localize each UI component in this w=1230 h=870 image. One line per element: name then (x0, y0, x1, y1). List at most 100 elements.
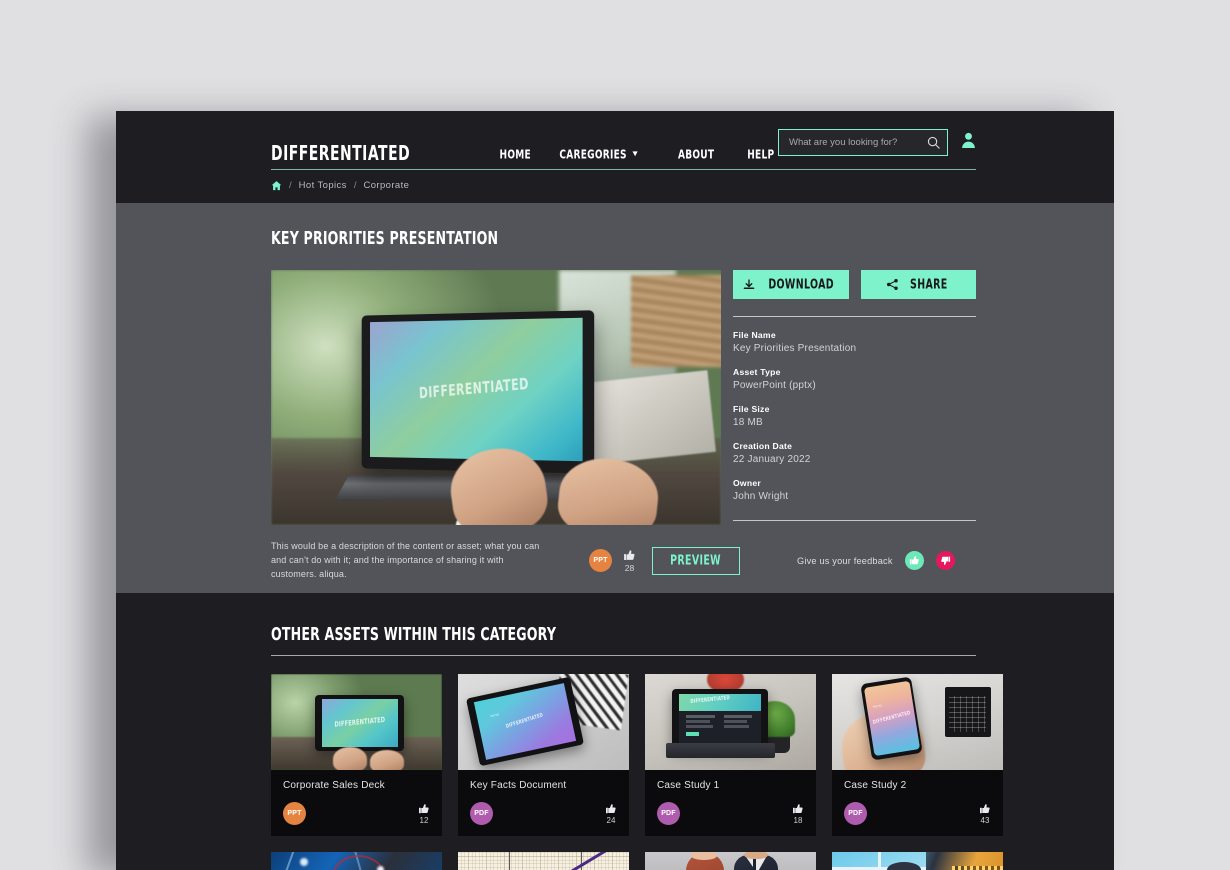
asset-card-thumbnail[interactable]: DIFFERENTIATED (271, 674, 442, 770)
thumbs-up-icon (980, 803, 990, 813)
asset-card-thumbnail[interactable]: WE'RE DIFFERENTIATED (458, 674, 629, 770)
breadcrumb-item-corporate[interactable]: Corporate (363, 180, 409, 191)
thumbs-up-icon (419, 803, 429, 813)
user-account-icon[interactable] (961, 132, 976, 153)
breadcrumb-item-hot-topics[interactable]: Hot Topics (299, 180, 347, 191)
asset-card-thumbnail[interactable]: DIFFERENTIATED (645, 674, 816, 770)
breadcrumb-separator-2: / (353, 180, 357, 191)
nav-item-home[interactable]: HOME (499, 148, 530, 162)
download-icon (743, 278, 754, 289)
main-nav: HOME CAREGORIES ABOUT HELP (497, 148, 777, 162)
nav-item-about-label: ABOUT (677, 147, 714, 163)
nav-item-about[interactable]: ABOUT (678, 148, 714, 162)
meta-owner-value: John Wright (733, 491, 789, 502)
meta-divider-bottom (733, 520, 976, 521)
preview-button[interactable]: PREVIEW (652, 546, 740, 575)
thumbs-up-icon[interactable] (623, 549, 636, 562)
asset-card-like[interactable]: 12 (418, 803, 430, 825)
asset-detail-section: KEY PRIORITIES PRESENTATION DIFFERENTIAT… (116, 203, 1114, 593)
site-header: DIFFERENTIATED HOME CAREGORIES ABOUT HEL… (116, 111, 1114, 203)
header-right-tools (778, 129, 976, 156)
asset-like-count: 28 (624, 562, 635, 573)
asset-card-like[interactable]: 43 (979, 803, 991, 825)
feedback-label: Give us your feedback (797, 555, 893, 566)
asset-card-thumbnail[interactable] (271, 852, 442, 870)
breadcrumb-separator-1: / (289, 180, 292, 191)
thumbs-up-icon (606, 803, 616, 813)
asset-card-title: Corporate Sales Deck (283, 780, 385, 791)
asset-card[interactable] (458, 852, 629, 870)
asset-like-block[interactable]: 28 (623, 549, 636, 573)
download-button[interactable]: DOWNLOAD (733, 270, 849, 299)
related-assets-divider (271, 655, 976, 656)
feedback-thumbs-down-button[interactable] (935, 551, 955, 571)
asset-card[interactable]: WE'RE DIFFERENTIATED Case Study 2 PDF 43 (832, 674, 1003, 836)
asset-card-thumbnail[interactable] (458, 852, 629, 870)
thumbnail-screen-subtext: WE'RE (873, 704, 883, 709)
asset-card-badge: PDF (470, 802, 493, 825)
meta-file-name: File Name Key Priorities Presentation (733, 330, 976, 354)
nav-item-help[interactable]: HELP (747, 148, 774, 162)
feedback-widget: Give us your feedback (797, 551, 955, 571)
search-box[interactable] (778, 129, 948, 156)
thumbnail-screen-text: DIFFERENTIATED (505, 713, 544, 731)
asset-card-like-count: 18 (793, 815, 803, 825)
nav-item-categories-label: CAREGORIES (559, 147, 628, 163)
thumbnail-screen-text: DIFFERENTIATED (872, 710, 912, 726)
asset-card[interactable] (645, 852, 816, 870)
meta-file-name-value: Key Priorities Presentation (733, 343, 857, 354)
chevron-down-icon (633, 151, 639, 157)
asset-meta-panel: DOWNLOAD SHARE File Name Key Priorities … (733, 270, 976, 525)
site-page: DIFFERENTIATED HOME CAREGORIES ABOUT HEL… (116, 111, 1114, 870)
feedback-thumbs-up-button[interactable] (904, 551, 924, 571)
meta-asset-type: Asset Type PowerPoint (pptx) (733, 367, 976, 391)
asset-card[interactable] (271, 852, 442, 870)
asset-hero-image[interactable]: DIFFERENTIATED (271, 270, 721, 525)
asset-card-like[interactable]: 24 (605, 803, 617, 825)
related-assets-section: OTHER ASSETS WITHIN THIS CATEGORY DIFFER… (116, 593, 1114, 870)
meta-file-size: File Size 18 MB (733, 404, 976, 428)
laptop-mockup: DIFFERENTIATED (335, 310, 626, 501)
asset-card[interactable]: DIFFERENTIATED Corporate Sales Deck PPT (271, 674, 442, 836)
meta-owner-label: Owner (733, 478, 761, 488)
thumbs-up-icon (793, 803, 803, 813)
asset-card-like-count: 12 (419, 815, 429, 825)
meta-creation-date-label: Creation Date (733, 441, 793, 451)
meta-owner: Owner John Wright (733, 478, 976, 502)
thumbnail-screen-subtext: WE'RE (489, 714, 500, 719)
preview-button-label: PREVIEW (670, 553, 722, 569)
page-title: KEY PRIORITIES PRESENTATION (271, 227, 499, 249)
related-assets-title: OTHER ASSETS WITHIN THIS CATEGORY (271, 623, 557, 645)
file-type-badge: PPT (589, 549, 612, 573)
share-button[interactable]: SHARE (860, 270, 976, 299)
asset-card-thumbnail[interactable]: WE'RE DIFFERENTIATED (832, 674, 1003, 770)
nav-item-help-label: HELP (747, 147, 775, 163)
asset-card-thumbnail[interactable] (645, 852, 816, 870)
asset-card-like[interactable]: 18 (792, 803, 804, 825)
nav-item-home-label: HOME (499, 147, 531, 163)
home-icon[interactable] (271, 180, 282, 191)
asset-card[interactable]: WE'RE DIFFERENTIATED Key Facts Document … (458, 674, 629, 836)
share-button-label: SHARE (909, 276, 948, 293)
asset-card-like-count: 43 (980, 815, 990, 825)
asset-card-thumbnail[interactable] (832, 852, 1003, 870)
meta-divider-top (733, 316, 976, 317)
asset-card-title: Key Facts Document (470, 780, 567, 791)
site-logo[interactable]: DIFFERENTIATED (271, 142, 410, 166)
asset-card-grid-row-2 (271, 852, 1003, 870)
asset-card-like-count: 24 (606, 815, 616, 825)
search-icon[interactable] (926, 135, 941, 150)
thumbs-down-icon (940, 557, 950, 566)
share-icon (886, 278, 898, 291)
thumbs-up-icon (909, 556, 919, 565)
asset-card[interactable] (832, 852, 1003, 870)
asset-card[interactable]: DIFFERENTIATED Case Study 1 PDF 18 (645, 674, 816, 836)
nav-item-categories[interactable]: CAREGORIES (560, 148, 639, 162)
meta-asset-type-label: Asset Type (733, 367, 781, 377)
asset-card-badge: PPT (283, 802, 306, 825)
asset-card-grid-row-1: DIFFERENTIATED Corporate Sales Deck PPT (271, 674, 1003, 836)
meta-creation-date: Creation Date 22 January 2022 (733, 441, 976, 465)
search-input[interactable] (789, 137, 926, 148)
asset-description: This would be a description of the conte… (271, 541, 540, 579)
asset-card-title: Case Study 1 (657, 780, 720, 791)
